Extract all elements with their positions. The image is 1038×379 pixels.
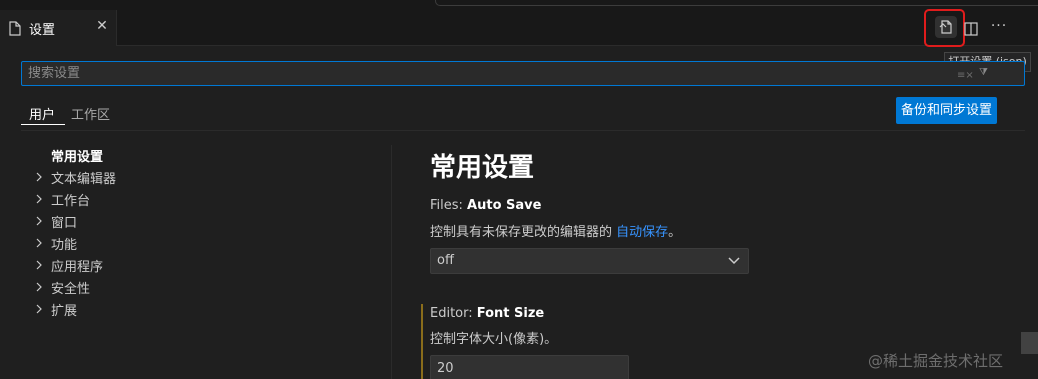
description-text: 控制具有未保存更改的编辑器的	[430, 225, 617, 240]
tab-settings-label: 设置	[29, 23, 56, 38]
modified-indicator	[421, 304, 423, 379]
setting-auto-save-label: Files: Auto Save	[430, 198, 541, 213]
toc-item-label: 安全性	[51, 282, 91, 297]
chevron-right-icon	[36, 172, 42, 182]
chevron-down-icon	[728, 257, 740, 265]
split-editor-button[interactable]	[964, 21, 978, 36]
backup-sync-button[interactable]: 备份和同步设置	[896, 97, 997, 124]
clear-filter-icon[interactable]: ≡×	[957, 70, 974, 81]
chevron-right-icon	[36, 260, 42, 270]
auto-save-link[interactable]: 自动保存	[616, 225, 668, 240]
toc-item-label: 功能	[51, 238, 78, 253]
auto-save-select[interactable]: off	[430, 248, 749, 274]
chevron-right-icon	[36, 194, 42, 204]
toc-item-commonly-used[interactable]: 常用设置	[51, 146, 103, 165]
toc-item-label: 窗口	[51, 216, 78, 231]
setting-category: Files:	[430, 198, 468, 213]
tab-workspace[interactable]: 工作区	[71, 104, 110, 128]
editor-tab-bar: 设置 ✕ ···	[0, 0, 1038, 47]
chevron-right-icon	[36, 216, 42, 226]
scope-divider	[21, 130, 1025, 131]
setting-category: Editor:	[430, 306, 477, 321]
setting-auto-save-description: 控制具有未保存更改的编辑器的 自动保存。	[430, 221, 681, 240]
toc-item-label: 文本编辑器	[51, 172, 117, 187]
watermark: @稀土掘金技术社区	[868, 352, 1004, 370]
scrollbar[interactable]	[1021, 332, 1038, 354]
setting-font-size-description: 控制字体大小(像素)。	[430, 332, 558, 347]
search-settings-box[interactable]	[21, 61, 1025, 86]
tab-settings[interactable]: 设置 ✕	[0, 10, 117, 46]
toc-item-label: 工作台	[51, 194, 91, 209]
toc-item-label: 扩展	[51, 304, 78, 319]
chevron-right-icon	[36, 304, 42, 314]
toc-sash[interactable]	[391, 145, 392, 379]
font-size-field[interactable]	[430, 355, 629, 379]
split-editor-icon	[964, 22, 978, 36]
auto-save-value: off	[437, 253, 454, 268]
description-suffix: 。	[668, 225, 682, 240]
highlight-annotation	[924, 9, 965, 47]
file-icon	[9, 21, 21, 36]
toc-item-label: 应用程序	[51, 260, 104, 275]
chevron-right-icon	[36, 238, 42, 248]
search-input[interactable]	[28, 62, 928, 85]
font-size-input[interactable]	[437, 359, 617, 377]
tab-user-underline	[21, 124, 65, 125]
setting-name: Auto Save	[467, 198, 542, 213]
command-center-edge	[435, 0, 1038, 6]
close-icon[interactable]: ✕	[94, 17, 110, 35]
section-title: 常用设置	[430, 153, 535, 183]
more-actions-icon[interactable]: ···	[989, 19, 1009, 34]
filter-icon[interactable]: ⧩	[979, 67, 988, 78]
setting-font-size-label: Editor: Font Size	[430, 306, 544, 321]
setting-name: Font Size	[476, 306, 545, 321]
chevron-right-icon	[36, 282, 42, 292]
